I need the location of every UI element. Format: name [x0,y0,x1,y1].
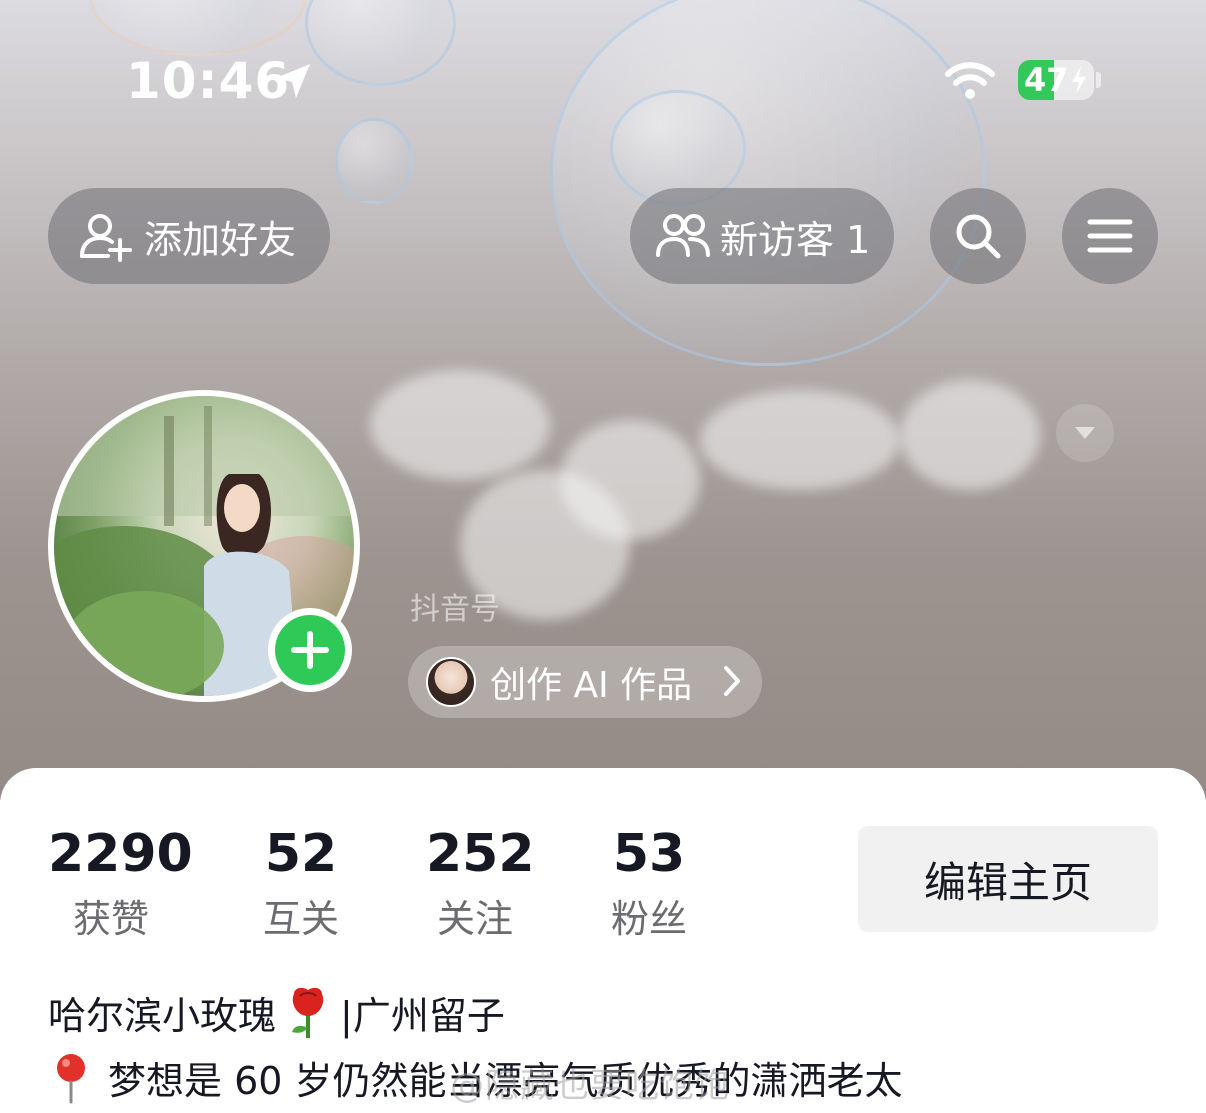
bubble-decoration [550,0,986,366]
add-friend-button[interactable]: 添加好友 [48,188,330,284]
bubble-decoration [90,0,306,56]
add-avatar-button[interactable] [268,608,352,692]
menu-icon [1087,219,1133,253]
stat-value: 53 [612,824,686,884]
cloud-decoration [560,420,700,540]
stat-label: 粉丝 [610,897,687,941]
search-button[interactable] [930,188,1026,284]
stat-following[interactable]: 252 关注 [426,822,535,943]
people-icon [656,214,710,257]
new-visitors-label: 新访客 1 [720,217,871,262]
stat-likes[interactable]: 2290 获赞 [48,822,193,943]
stat-label: 获赞 [72,897,149,941]
bio-text: 哈尔滨小玫瑰 [48,993,277,1038]
watermark: @隐藏也要吃饱饱 [450,1066,730,1106]
account-id-label: 抖音号 [410,592,500,627]
bio-line-1: 哈尔滨小玫瑰 |广州留子 [48,984,505,1040]
rose-icon [292,987,324,1038]
create-ai-works-chip[interactable]: 创作 AI 作品 [408,646,762,718]
new-visitors-button[interactable]: 新访客 1 [630,188,894,284]
plus-icon [291,631,329,669]
stat-value: 252 [426,824,535,884]
bio-text: |广州留子 [340,993,505,1038]
stat-value: 52 [264,824,338,884]
wifi-icon [945,62,995,99]
search-icon [956,214,1001,259]
menu-button[interactable] [1062,188,1158,284]
battery-cap [1096,72,1101,88]
create-ai-works-label: 创作 AI 作品 [490,665,693,706]
cloud-decoration [370,370,550,480]
battery-percentage: 47 [1024,61,1069,99]
edit-profile-button[interactable]: 编辑主页 [858,826,1158,932]
chevron-right-icon [724,666,740,696]
bubble-decoration [305,0,456,86]
battery-indicator: 47 [1018,60,1094,100]
location-arrow-icon [276,64,310,98]
stat-label: 关注 [436,897,513,941]
add-avatar-badge [275,615,345,685]
stat-value: 2290 [48,824,193,884]
caret-down-icon [1075,427,1095,439]
account-switch-dropdown[interactable] [1056,404,1114,462]
cloud-decoration [900,380,1040,490]
add-friend-label: 添加好友 [144,217,297,262]
stat-followers[interactable]: 53 粉丝 [600,822,698,943]
bubble-decoration [335,118,413,204]
stat-label: 互关 [262,897,339,941]
cloud-decoration [700,390,900,490]
pushpin-icon [57,1053,85,1103]
status-time: 10:46 [126,52,291,110]
charging-bolt-icon [1072,66,1086,94]
person-add-icon [80,214,132,262]
stat-mutual[interactable]: 52 互关 [252,822,350,943]
ai-avatar-thumbnail [426,657,476,707]
